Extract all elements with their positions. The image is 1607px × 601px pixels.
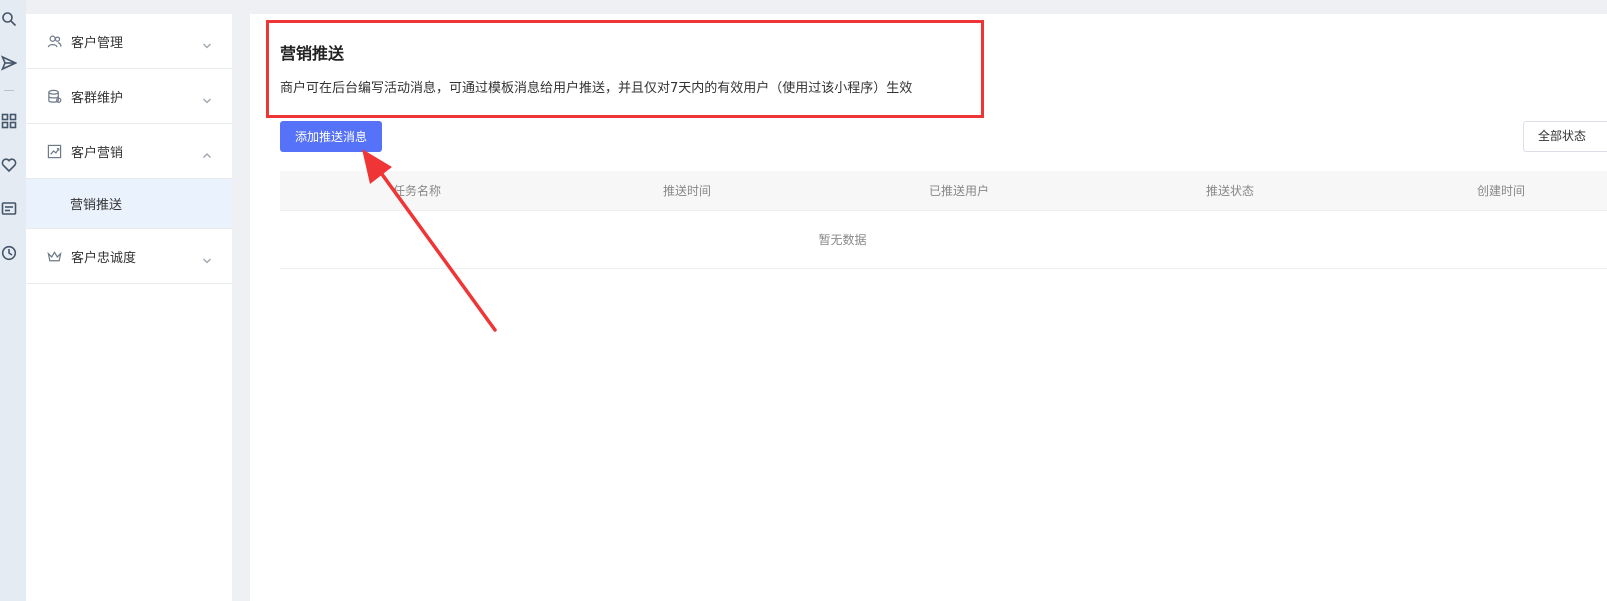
menu-item-label: 客群维护	[71, 90, 124, 106]
send-icon[interactable]	[0, 54, 18, 72]
chart-icon	[46, 143, 62, 159]
customer-submenu: 客户管理 客群维护 客户营销 营销推送 客户忠诚度	[26, 14, 232, 601]
column-header-push-status[interactable]: 推送状态	[1206, 171, 1254, 211]
table-header: 任务名称 推送时间 已推送用户 推送状态 创建时间	[280, 171, 1607, 211]
empty-state-text: 暂无数据	[818, 233, 867, 247]
menu-item-label: 客户忠诚度	[71, 250, 137, 266]
submenu-item-marketing-push[interactable]: 营销推送	[26, 179, 232, 229]
grid-icon[interactable]	[0, 112, 18, 130]
column-header-task-name[interactable]: 任务名称	[393, 171, 441, 211]
icon-rail	[0, 0, 26, 601]
clock-icon[interactable]	[0, 244, 18, 262]
users-icon	[46, 33, 62, 49]
page-description: 商户可在后台编写活动消息，可通过模板消息给用户推送，并且仅对7天内的有效用户（使…	[280, 81, 913, 96]
chevron-down-icon	[202, 91, 212, 104]
highlighted-notice: 营销推送 商户可在后台编写活动消息，可通过模板消息给用户推送，并且仅对7天内的有…	[266, 20, 984, 118]
crown-icon	[46, 248, 62, 264]
add-push-message-button[interactable]: 添加推送消息	[280, 121, 382, 152]
column-header-push-time[interactable]: 推送时间	[663, 171, 711, 211]
rail-divider	[4, 90, 14, 91]
page-title: 营销推送	[280, 44, 345, 63]
column-header-created-time[interactable]: 创建时间	[1477, 171, 1525, 211]
menu-item-customer-marketing[interactable]: 客户营销	[26, 124, 232, 179]
search-icon[interactable]	[0, 10, 18, 28]
message-icon[interactable]	[0, 200, 18, 218]
chevron-down-icon	[202, 36, 212, 49]
chevron-up-icon	[202, 146, 212, 158]
menu-item-label: 客户营销	[71, 145, 124, 161]
heart-icon[interactable]	[0, 156, 18, 174]
menu-item-customer-management[interactable]: 客户管理	[26, 14, 232, 69]
table-empty-row: 暂无数据	[280, 211, 1607, 269]
menu-item-segment-maintenance[interactable]: 客群维护	[26, 69, 232, 124]
main-panel: 营销推送 商户可在后台编写活动消息，可通过模板消息给用户推送，并且仅对7天内的有…	[250, 14, 1607, 601]
menu-item-label: 客户管理	[71, 35, 124, 51]
chevron-down-icon	[202, 251, 212, 264]
menu-item-customer-loyalty[interactable]: 客户忠诚度	[26, 229, 232, 284]
push-task-table: 任务名称 推送时间 已推送用户 推送状态 创建时间 暂无数据	[280, 171, 1607, 269]
database-icon	[46, 88, 62, 104]
status-filter-select[interactable]: 全部状态	[1523, 121, 1607, 152]
column-header-pushed-users[interactable]: 已推送用户	[929, 171, 989, 211]
